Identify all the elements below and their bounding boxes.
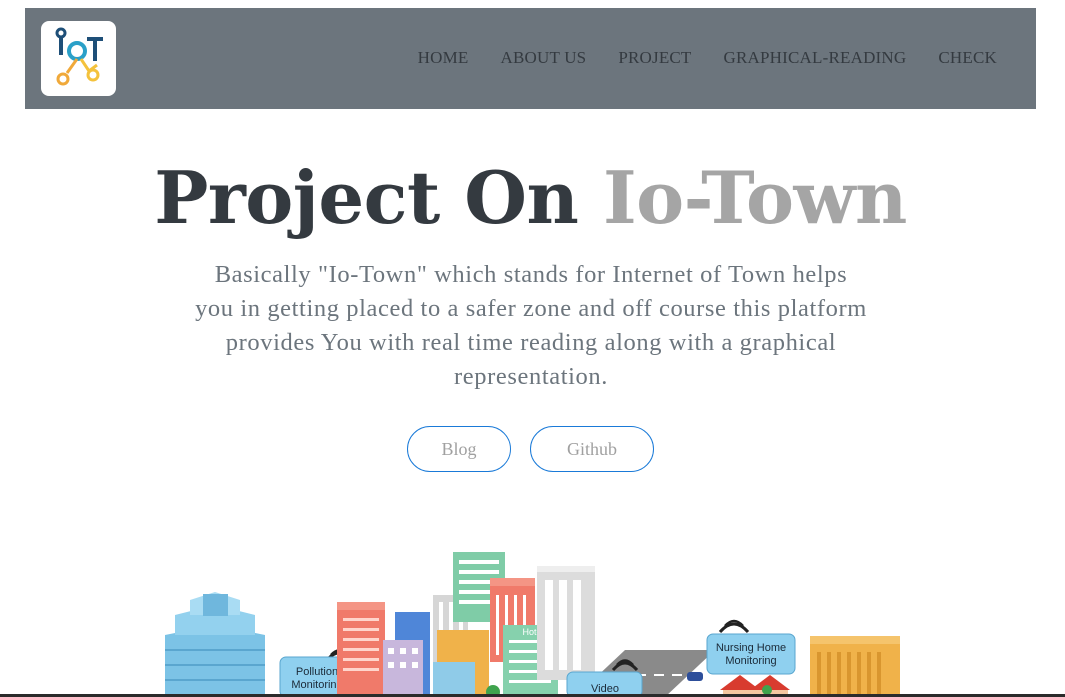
page-title: Project On Io-Town xyxy=(0,150,1061,246)
nav-project[interactable]: PROJECT xyxy=(618,48,691,68)
blue-tower-building xyxy=(165,592,265,697)
orange-right-building xyxy=(810,636,900,697)
car xyxy=(687,672,703,681)
nursing-home-monitoring-label: Nursing Home Monitoring xyxy=(706,619,796,675)
nav-about-us[interactable]: ABOUT US xyxy=(501,48,587,68)
iot-logo[interactable] xyxy=(41,21,116,96)
svg-text:Monitoring: Monitoring xyxy=(725,655,776,667)
nav-graphical-reading[interactable]: GRAPHICAL-READING xyxy=(724,48,907,68)
page-title-main: Project On xyxy=(154,155,603,240)
github-button[interactable]: Github xyxy=(530,426,654,472)
blog-button[interactable]: Blog xyxy=(407,426,511,472)
svg-text:Nursing Home: Nursing Home xyxy=(716,642,786,654)
light-blue-building xyxy=(433,662,475,697)
iot-logo-icon xyxy=(55,27,103,86)
white-tower-building xyxy=(537,566,595,680)
lavender-building xyxy=(383,640,423,697)
smart-city-illustration: Pollution Monitoring Hotel Video Nursing… xyxy=(155,540,915,697)
red-building xyxy=(337,602,385,697)
svg-text:Pollution: Pollution xyxy=(296,666,338,678)
svg-text:Monitoring: Monitoring xyxy=(291,679,342,691)
nav-links: HOME ABOUT US PROJECT GRAPHICAL-READING … xyxy=(418,48,997,68)
page-title-accent: Io-Town xyxy=(602,155,907,240)
nav-home[interactable]: HOME xyxy=(418,48,469,68)
hero-buttons: Blog Github xyxy=(407,426,654,472)
nav-check[interactable]: CHECK xyxy=(938,48,997,68)
navbar: HOME ABOUT US PROJECT GRAPHICAL-READING … xyxy=(25,8,1036,109)
hero-description: Basically "Io-Town" which stands for Int… xyxy=(195,261,867,390)
